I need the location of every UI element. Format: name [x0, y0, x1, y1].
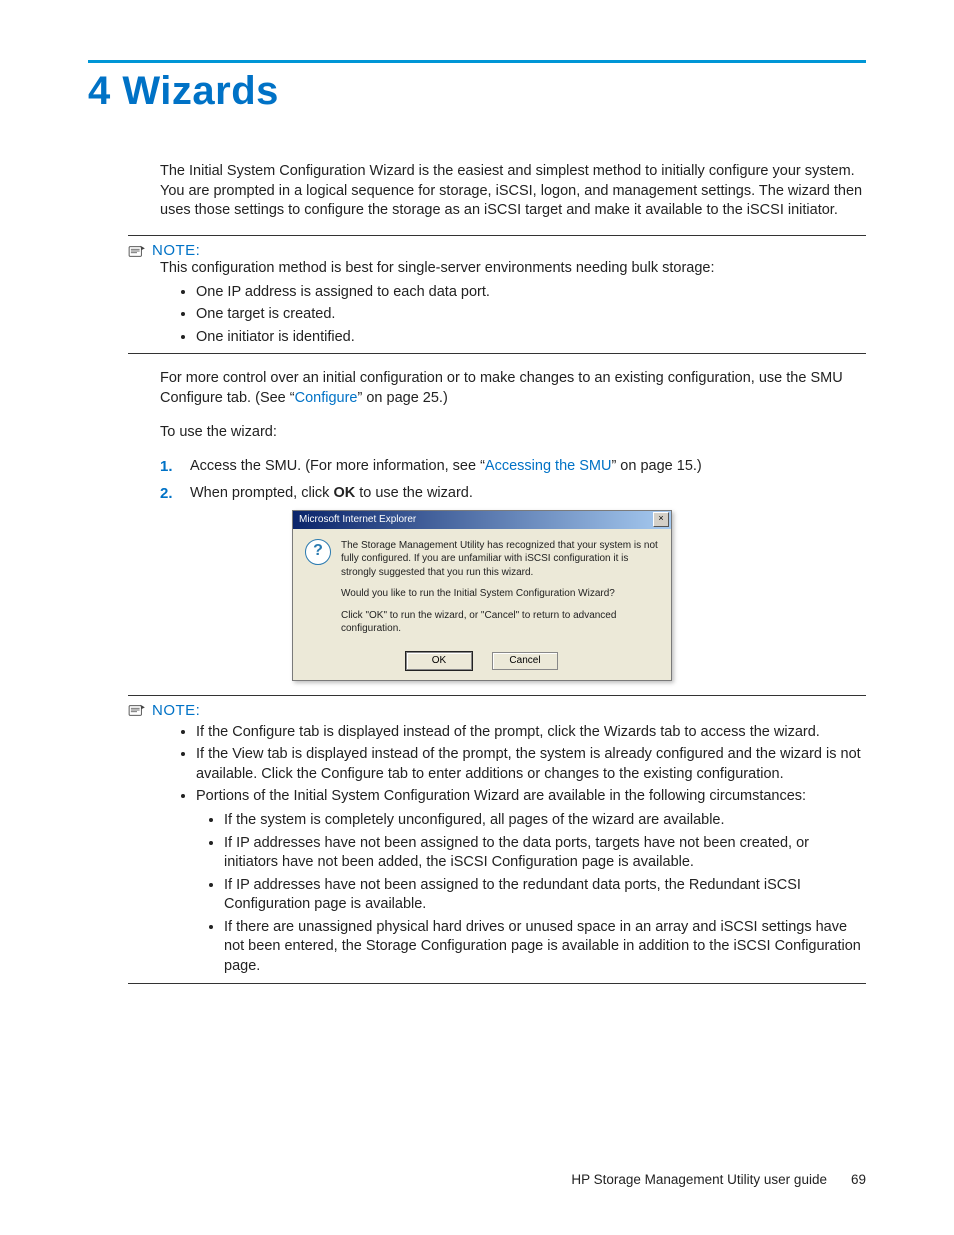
- text: Portions of the Initial System Configura…: [196, 788, 806, 804]
- note1-list: One IP address is assigned to each data …: [160, 283, 866, 348]
- note-block-1: NOTE: This configuration method is best …: [128, 235, 866, 354]
- dialog-line: Click "OK" to run the wizard, or "Cancel…: [341, 609, 659, 636]
- dialog-titlebar: Microsoft Internet Explorer ×: [293, 511, 671, 529]
- accessing-smu-link[interactable]: Accessing the SMU: [485, 458, 612, 474]
- step-2: When prompted, click OK to use the wizar…: [160, 484, 866, 681]
- text: For more control over an initial configu…: [160, 370, 843, 406]
- footer-doc-title: HP Storage Management Utility user guide: [571, 1172, 827, 1187]
- list-item: If the Configure tab is displayed instea…: [196, 723, 866, 743]
- intro-paragraph: The Initial System Configuration Wizard …: [160, 162, 866, 221]
- dialog-message: The Storage Management Utility has recog…: [341, 539, 659, 644]
- dialog-line: Would you like to run the Initial System…: [341, 587, 659, 601]
- para-use-wizard: To use the wizard:: [160, 423, 866, 443]
- text: to use the wizard.: [355, 485, 473, 501]
- steps-list: Access the SMU. (For more information, s…: [160, 457, 866, 681]
- top-rule: [88, 60, 866, 63]
- para-configure: For more control over an initial configu…: [160, 369, 866, 408]
- note-head: NOTE:: [128, 242, 866, 259]
- dialog-line: The Storage Management Utility has recog…: [341, 539, 659, 580]
- note2-list: If the Configure tab is displayed instea…: [160, 723, 866, 977]
- rule: [128, 695, 866, 696]
- list-item: One IP address is assigned to each data …: [196, 283, 866, 303]
- list-item: One initiator is identified.: [196, 328, 866, 348]
- note-lead: This configuration method is best for si…: [160, 259, 866, 279]
- note-icon: [128, 244, 146, 258]
- cancel-button[interactable]: Cancel: [492, 652, 558, 670]
- note-label: NOTE:: [152, 242, 200, 259]
- list-item: If there are unassigned physical hard dr…: [224, 918, 866, 977]
- page: 4 Wizards The Initial System Configurati…: [0, 0, 954, 1235]
- ok-button[interactable]: OK: [406, 652, 472, 670]
- page-footer: HP Storage Management Utility user guide…: [0, 1172, 954, 1187]
- rule: [128, 235, 866, 236]
- note-label: NOTE:: [152, 702, 200, 719]
- list-item: If the system is completely unconfigured…: [224, 811, 866, 831]
- rule: [128, 353, 866, 354]
- ok-bold: OK: [333, 485, 355, 501]
- note-body: If the Configure tab is displayed instea…: [160, 723, 866, 977]
- chapter-title: 4 Wizards: [88, 69, 866, 114]
- dialog-buttons: OK Cancel: [293, 648, 671, 680]
- list-item: If IP addresses have not been assigned t…: [224, 876, 866, 915]
- configure-link[interactable]: Configure: [295, 390, 358, 406]
- text: Access the SMU. (For more information, s…: [190, 458, 485, 474]
- text: ” on page 15.): [611, 458, 701, 474]
- ie-dialog: Microsoft Internet Explorer × ? The Stor…: [292, 510, 672, 681]
- note-icon: [128, 703, 146, 717]
- footer-page-number: 69: [851, 1172, 866, 1187]
- step-1: Access the SMU. (For more information, s…: [160, 457, 866, 477]
- dialog-content: ? The Storage Management Utility has rec…: [293, 529, 671, 648]
- list-item: Portions of the Initial System Configura…: [196, 787, 866, 976]
- list-item: If the View tab is displayed instead of …: [196, 745, 866, 784]
- note-head: NOTE:: [128, 702, 866, 719]
- rule: [128, 983, 866, 984]
- list-item: If IP addresses have not been assigned t…: [224, 834, 866, 873]
- dialog-title: Microsoft Internet Explorer: [299, 513, 416, 527]
- text: ” on page 25.): [357, 390, 447, 406]
- note-block-2: NOTE: If the Configure tab is displayed …: [128, 695, 866, 984]
- close-icon[interactable]: ×: [653, 512, 669, 527]
- note2-sublist: If the system is completely unconfigured…: [196, 811, 866, 977]
- text: When prompted, click: [190, 485, 333, 501]
- question-icon: ?: [305, 539, 331, 565]
- note-body: This configuration method is best for si…: [160, 259, 866, 347]
- list-item: One target is created.: [196, 305, 866, 325]
